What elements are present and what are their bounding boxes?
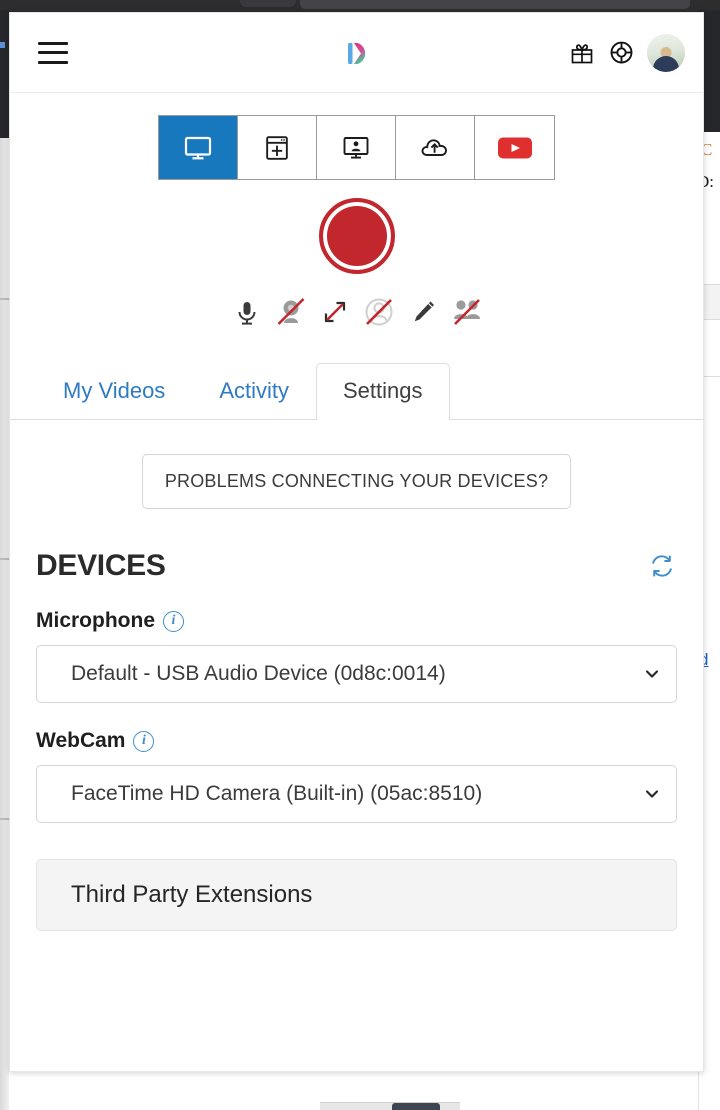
devices-header: DEVICES bbox=[10, 549, 703, 583]
avatar[interactable] bbox=[647, 33, 685, 72]
screen-root: C D: d bbox=[0, 0, 720, 1110]
capture-mode-bar bbox=[158, 115, 555, 180]
info-icon[interactable]: i bbox=[133, 730, 155, 752]
resize-icon[interactable] bbox=[314, 291, 356, 333]
problems-wrap: PROBLEMS CONNECTING YOUR DEVICES? bbox=[10, 454, 703, 509]
webcam-label: WebCam bbox=[36, 729, 126, 752]
app-header bbox=[10, 13, 703, 93]
life-ring-help-icon[interactable] bbox=[608, 40, 634, 66]
chevron-down-icon bbox=[645, 670, 659, 678]
mode-youtube-button[interactable] bbox=[475, 116, 554, 179]
webcam-field: WebCam i FaceTime HD Camera (Built-in) (… bbox=[10, 729, 703, 823]
chevron-down-icon bbox=[645, 790, 659, 798]
mode-window-button[interactable] bbox=[238, 116, 317, 179]
background-dock-item bbox=[392, 1103, 440, 1110]
background-left-gray-column bbox=[0, 138, 9, 1110]
info-icon[interactable]: i bbox=[163, 610, 184, 632]
microphone-label: Microphone bbox=[36, 609, 155, 632]
record-button[interactable] bbox=[318, 198, 395, 274]
mode-bar-wrap bbox=[10, 93, 703, 180]
capture-controls bbox=[10, 290, 703, 334]
extension-panel: My Videos Activity Settings PROBLEMS CON… bbox=[9, 12, 704, 1072]
problems-connecting-devices-button[interactable]: PROBLEMS CONNECTING YOUR DEVICES? bbox=[141, 454, 572, 509]
webcam-select-value: FaceTime HD Camera (Built-in) (05ac:8510… bbox=[71, 782, 483, 805]
microphone-select[interactable]: Default - USB Audio Device (0d8c:0014) bbox=[36, 645, 677, 703]
settings-tabs: My Videos Activity Settings bbox=[10, 362, 703, 420]
hamburger-menu-icon[interactable] bbox=[38, 41, 68, 64]
third-party-extensions-label: Third Party Extensions bbox=[71, 881, 313, 908]
mode-screen-button[interactable] bbox=[159, 116, 238, 179]
share-people-icon[interactable] bbox=[446, 291, 488, 333]
microphone-field: Microphone i Default - USB Audio Device … bbox=[10, 609, 703, 703]
microphone-icon[interactable] bbox=[226, 291, 268, 333]
gift-icon[interactable] bbox=[569, 40, 595, 66]
tab-my-videos[interactable]: My Videos bbox=[36, 363, 192, 420]
webcam-icon[interactable] bbox=[270, 291, 312, 333]
background-browser-chrome bbox=[0, 0, 720, 12]
face-overlay-icon[interactable] bbox=[358, 291, 400, 333]
tab-settings[interactable]: Settings bbox=[316, 363, 450, 420]
microphone-select-value: Default - USB Audio Device (0d8c:0014) bbox=[71, 662, 446, 685]
microphone-label-row: Microphone i bbox=[36, 609, 677, 633]
tab-activity[interactable]: Activity bbox=[192, 363, 316, 420]
background-left-blue-mark bbox=[0, 42, 5, 48]
mode-screen-and-webcam-button[interactable] bbox=[317, 116, 396, 179]
pencil-icon[interactable] bbox=[402, 291, 444, 333]
record-wrap bbox=[10, 198, 703, 274]
header-actions bbox=[569, 33, 685, 72]
brand-logo-icon bbox=[337, 33, 377, 73]
refresh-icon[interactable] bbox=[647, 551, 677, 581]
mode-upload-button[interactable] bbox=[396, 116, 475, 179]
webcam-select[interactable]: FaceTime HD Camera (Built-in) (05ac:8510… bbox=[36, 765, 677, 823]
third-party-extensions-row[interactable]: Third Party Extensions bbox=[36, 859, 677, 931]
webcam-label-row: WebCam i bbox=[36, 729, 677, 753]
devices-title: DEVICES bbox=[36, 549, 166, 582]
